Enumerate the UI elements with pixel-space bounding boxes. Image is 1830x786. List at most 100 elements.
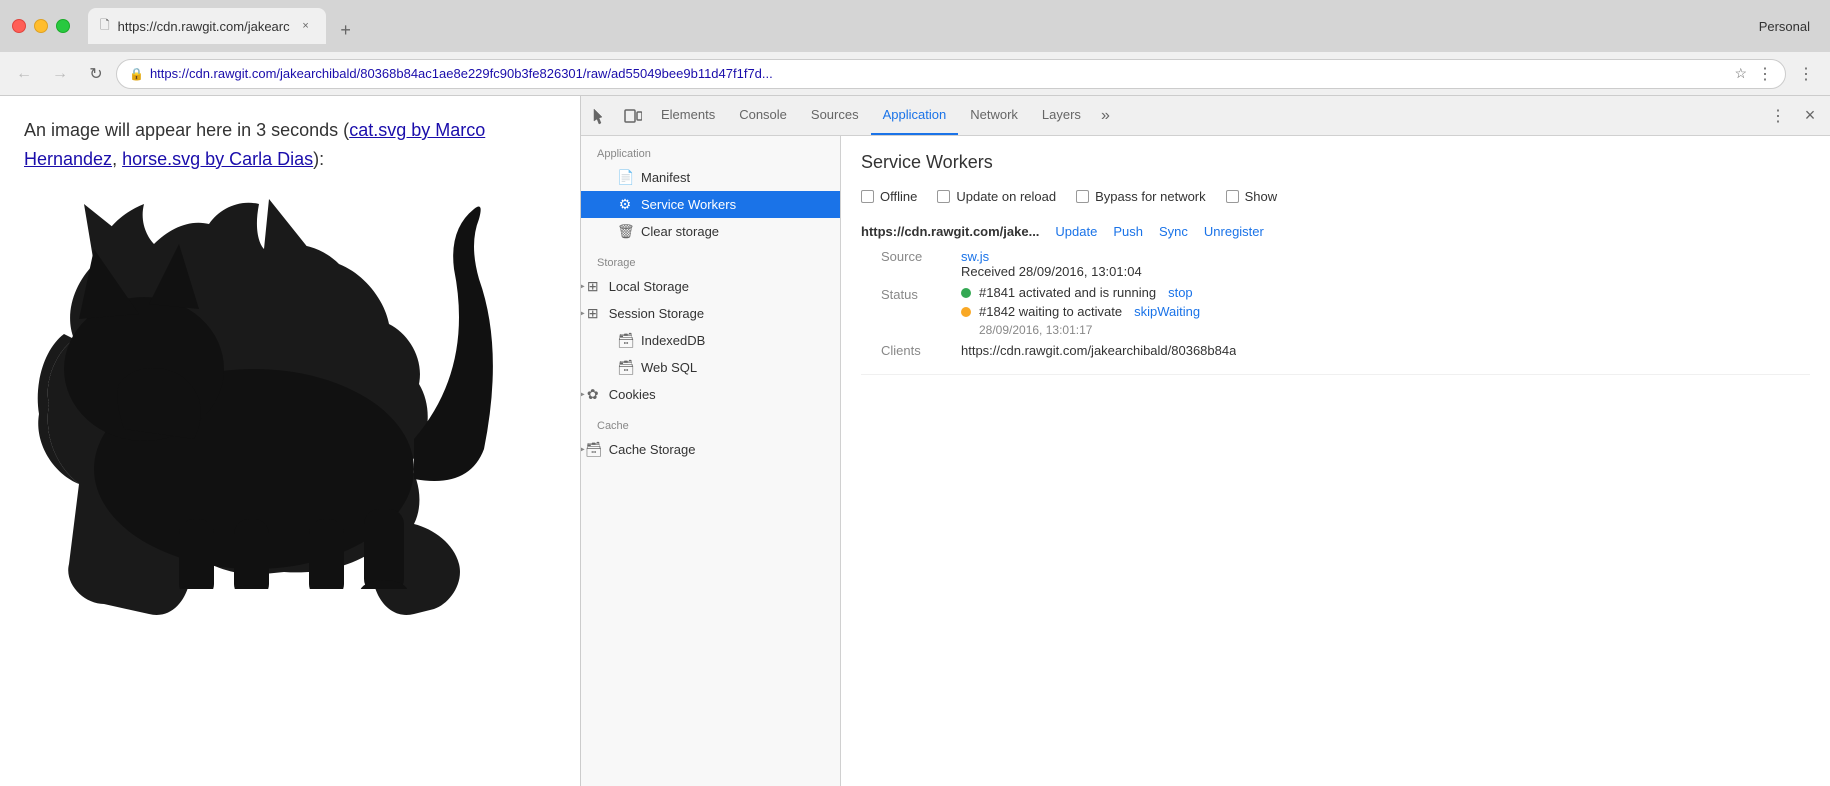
forward-button[interactable]: → [44,58,76,90]
devtools-main-panel: Service Workers Offline Update on reload [841,136,1830,786]
sidebar-item-clear-storage-label: Clear storage [641,224,824,239]
address-more-icon[interactable]: ⋮ [1757,64,1773,84]
sidebar-cache-header: Cache [581,408,840,436]
status-entries: #1841 activated and is running stop #184… [961,285,1200,337]
back-button[interactable]: ← [8,58,40,90]
devtools-right-buttons: ⋮ × [1762,100,1826,132]
update-on-reload-checkbox[interactable]: Update on reload [937,189,1056,204]
sidebar-item-service-workers[interactable]: ⚙ Service Workers [581,191,840,218]
clients-value: https://cdn.rawgit.com/jakearchibald/803… [961,343,1236,358]
sidebar-item-manifest[interactable]: 📄 Manifest [581,164,840,191]
devtools-panel: Elements Console Sources Application Net… [580,96,1830,786]
clear-storage-icon: 🗑 [617,223,633,240]
source-label: Source [881,249,961,279]
sidebar-item-cookies-label: Cookies [609,387,824,402]
navigation-bar: ← → ↻ 🔒 https://cdn.rawgit.com/jakearchi… [0,52,1830,96]
sidebar-application-header: Application [581,136,840,164]
checkboxes-row: Offline Update on reload Bypass for netw… [861,189,1810,204]
update-on-reload-checkbox-box[interactable] [937,190,950,203]
offline-checkbox[interactable]: Offline [861,189,917,204]
sidebar-item-web-sql[interactable]: 🗃 Web SQL [581,354,840,381]
update-on-reload-label: Update on reload [956,189,1056,204]
close-traffic-light[interactable] [12,19,26,33]
page-text-suffix: ): [313,149,324,169]
tab-title: https://cdn.rawgit.com/jakearc [118,19,290,34]
devtools-more-tabs-button[interactable]: » [1093,96,1118,135]
cache-storage-icon: 🗃 [585,441,601,458]
sw-source-file-link[interactable]: sw.js [961,249,989,264]
bypass-for-network-checkbox-box[interactable] [1076,190,1089,203]
sidebar-item-indexeddb[interactable]: 🗃 IndexedDB [581,327,840,354]
show-checkbox[interactable]: Show [1226,189,1278,204]
service-worker-entry: https://cdn.rawgit.com/jake... Update Pu… [861,224,1810,375]
tab-page-icon: 🗋 [100,16,110,37]
devtools-close-button[interactable]: × [1794,100,1826,132]
panel-title: Service Workers [861,152,1810,173]
traffic-lights [12,19,70,33]
cat-image [24,184,556,589]
sidebar-item-manifest-label: Manifest [641,170,824,185]
sw-clients-row: Clients https://cdn.rawgit.com/jakearchi… [861,343,1810,358]
sidebar-item-cache-storage-label: Cache Storage [609,442,824,457]
minimize-traffic-light[interactable] [34,19,48,33]
browser-tab[interactable]: 🗋 https://cdn.rawgit.com/jakearc × [88,8,326,44]
stop-link[interactable]: stop [1168,285,1193,300]
inspect-element-button[interactable] [585,100,617,132]
sidebar-item-indexeddb-label: IndexedDB [641,333,824,348]
show-label: Show [1245,189,1278,204]
sidebar-item-local-storage-label: Local Storage [609,279,824,294]
tab-network[interactable]: Network [958,96,1030,135]
tab-layers[interactable]: Layers [1030,96,1093,135]
secure-icon: 🔒 [129,67,144,81]
page-area: An image will appear here in 3 seconds (… [0,96,580,786]
sidebar-storage-header: Storage [581,245,840,273]
devtools-sidebar: Application 📄 Manifest ⚙ Service Workers… [581,136,841,786]
status-1-text: #1841 activated and is running [979,285,1156,300]
local-storage-icon: ⊞ [585,278,601,295]
tab-close-button[interactable]: × [298,18,314,34]
sidebar-item-service-workers-label: Service Workers [641,197,824,212]
sw-push-link[interactable]: Push [1113,224,1143,239]
tab-application[interactable]: Application [871,96,959,135]
clients-label: Clients [881,343,961,358]
tab-bar: 🗋 https://cdn.rawgit.com/jakearc × + [88,8,1751,44]
bypass-for-network-checkbox[interactable]: Bypass for network [1076,189,1206,204]
device-toggle-button[interactable] [617,100,649,132]
horse-svg-link[interactable]: horse.svg by Carla Dias [122,149,313,169]
sidebar-item-cookies[interactable]: ▶ ✿ Cookies [581,381,840,408]
tab-console[interactable]: Console [727,96,799,135]
manifest-icon: 📄 [617,169,633,186]
devtools-settings-button[interactable]: ⋮ [1762,100,1794,132]
sidebar-item-session-storage[interactable]: ▶ ⊞ Session Storage [581,300,840,327]
tab-elements[interactable]: Elements [649,96,727,135]
web-sql-icon: 🗃 [617,359,633,376]
session-storage-icon: ⊞ [585,305,601,322]
skip-waiting-link[interactable]: skipWaiting [1134,304,1200,319]
chrome-menu-button[interactable]: ⋮ [1790,58,1822,90]
sw-sync-link[interactable]: Sync [1159,224,1188,239]
status-dot-orange [961,307,971,317]
maximize-traffic-light[interactable] [56,19,70,33]
address-bar[interactable]: 🔒 https://cdn.rawgit.com/jakearchibald/8… [116,59,1786,89]
sidebar-item-clear-storage[interactable]: 🗑 Clear storage [581,218,840,245]
show-checkbox-box[interactable] [1226,190,1239,203]
new-tab-button[interactable]: + [332,16,360,44]
offline-checkbox-box[interactable] [861,190,874,203]
sw-status-row: Status #1841 activated and is running st… [861,285,1810,337]
sw-update-link[interactable]: Update [1055,224,1097,239]
service-workers-icon: ⚙ [617,196,633,213]
status-entry-2: #1842 waiting to activate skipWaiting [961,304,1200,319]
status-label: Status [881,287,961,302]
tab-sources[interactable]: Sources [799,96,871,135]
sidebar-item-web-sql-label: Web SQL [641,360,824,375]
cookies-icon: ✿ [585,386,601,403]
sidebar-item-local-storage[interactable]: ▶ ⊞ Local Storage [581,273,840,300]
sw-source-row: Source sw.js Received 28/09/2016, 13:01:… [861,249,1810,279]
sidebar-item-cache-storage[interactable]: ▶ 🗃 Cache Storage [581,436,840,463]
sw-source-value: sw.js Received 28/09/2016, 13:01:04 [961,249,1142,279]
sw-unregister-link[interactable]: Unregister [1204,224,1264,239]
status-2-text: #1842 waiting to activate [979,304,1122,319]
main-content: An image will appear here in 3 seconds (… [0,96,1830,786]
reload-button[interactable]: ↻ [80,58,112,90]
bookmark-star-icon[interactable]: ☆ [1734,65,1747,82]
